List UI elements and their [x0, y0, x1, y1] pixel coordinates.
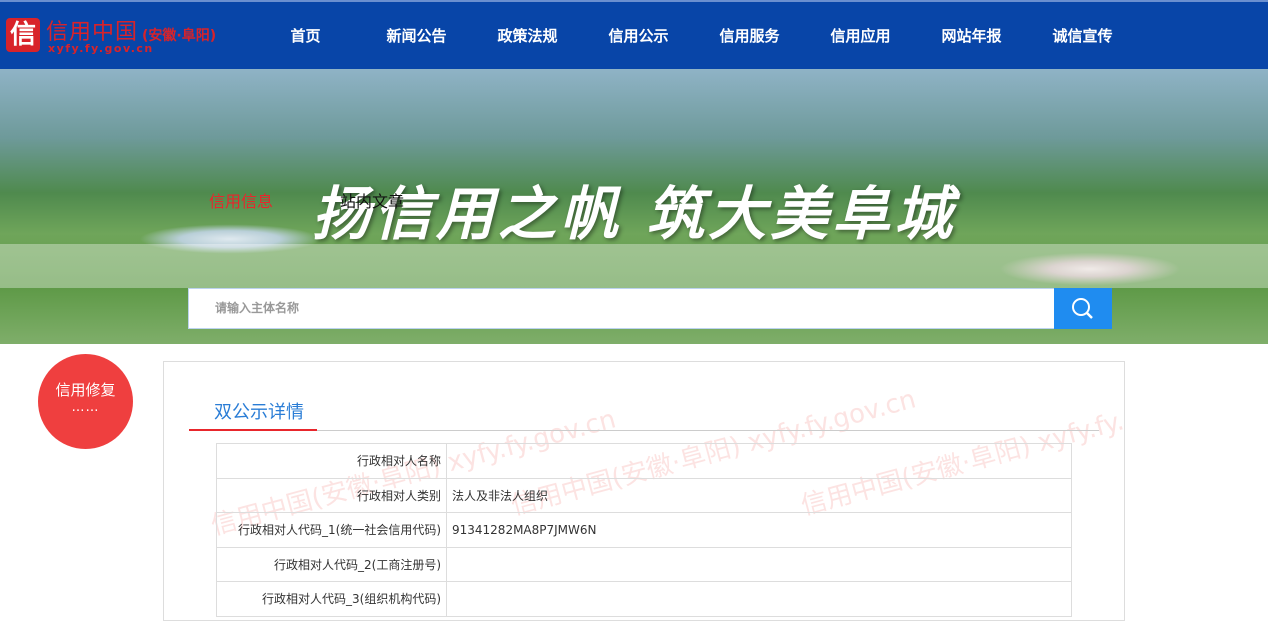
- nav-home[interactable]: 首页: [250, 2, 361, 71]
- logo-icon[interactable]: 信: [6, 18, 40, 52]
- table-row: 行政相对人类别 法人及非法人组织: [216, 477, 1072, 513]
- panel-title: 双公示详情: [214, 402, 304, 423]
- main-nav: 首页 新闻公告 政策法规 信用公示 信用服务 信用应用 网站年报 诚信宣传: [250, 2, 1138, 71]
- table-row: 行政相对人代码_1(统一社会信用代码) 91341282MA8P7JMW6N: [216, 512, 1072, 548]
- search-tabs-bar: [0, 244, 1268, 288]
- credit-repair-label: 信用修复: [55, 381, 116, 399]
- table-row: 行政相对人名称: [216, 443, 1072, 479]
- nav-policy[interactable]: 政策法规: [472, 2, 583, 71]
- table-row: 行政相对人代码_2(工商注册号): [216, 546, 1072, 582]
- divider: [189, 430, 1099, 431]
- detail-panel: 信用中国(安徽·阜阳) xyfy.fy.gov.cn 信用中国(安徽·阜阳) x…: [163, 361, 1125, 621]
- tab-site-articles[interactable]: 站内文章: [340, 188, 404, 212]
- search-button[interactable]: [1054, 288, 1112, 329]
- top-header: 信 信用中国 (安徽·阜阳) xyfy.fy.gov.cn 首页 新闻公告 政策…: [0, 0, 1268, 69]
- nav-integrity[interactable]: 诚信宣传: [1027, 2, 1138, 71]
- nav-annual-report[interactable]: 网站年报: [916, 2, 1027, 71]
- nav-service[interactable]: 信用服务: [694, 2, 805, 71]
- banner-slogan: 扬信用之帆 筑大美阜城: [311, 180, 957, 248]
- table-row: 行政相对人代码_3(组织机构代码): [216, 581, 1072, 617]
- tab-credit-info[interactable]: 信用信息: [209, 188, 273, 212]
- search-input[interactable]: 请输入主体名称: [188, 288, 1054, 329]
- credit-repair-button[interactable]: 信用修复 ……: [38, 354, 133, 449]
- title-underline: [189, 429, 317, 431]
- nav-news[interactable]: 新闻公告: [361, 2, 472, 71]
- logo-url: xyfy.fy.gov.cn: [48, 42, 154, 55]
- credit-repair-dots: ……: [71, 400, 100, 415]
- search-icon: [1072, 298, 1093, 319]
- detail-table: 行政相对人名称 行政相对人类别 法人及非法人组织 行政相对人代码_1(统一社会信用…: [216, 443, 1072, 617]
- nav-publicity[interactable]: 信用公示: [583, 2, 694, 71]
- nav-application[interactable]: 信用应用: [805, 2, 916, 71]
